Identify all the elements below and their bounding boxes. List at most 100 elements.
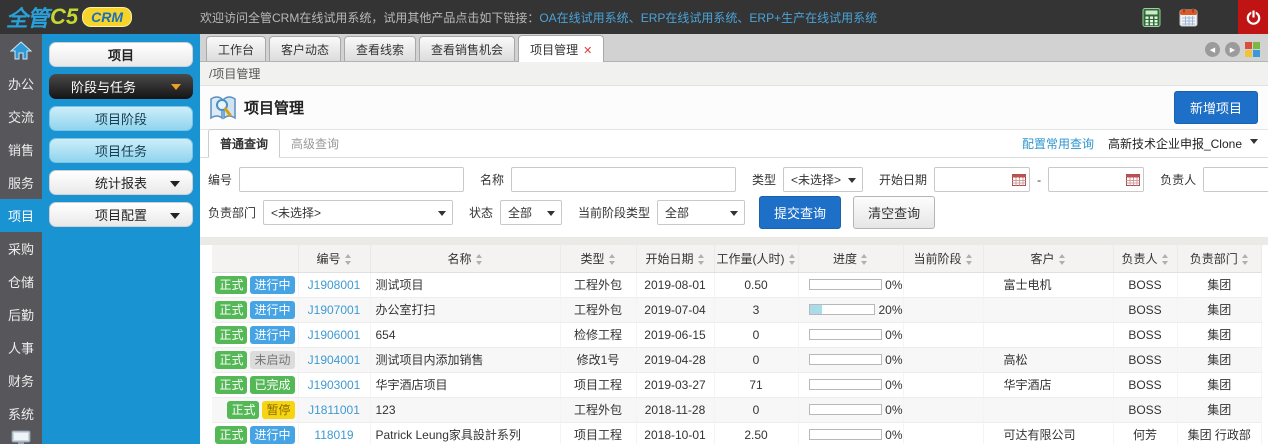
table-row[interactable]: 正式 未启动 J1904001 测试项目内添加销售 修改1号 2019-04-28… <box>212 347 1262 373</box>
panel-section-statistics[interactable]: 统计报表 <box>49 170 193 195</box>
project-code-link[interactable]: J1906001 <box>298 322 371 348</box>
table-row[interactable]: 正式 已完成 J1903001 华宇酒店项目 项目工程 2019-03-27 71… <box>212 372 1262 398</box>
workload: 71 <box>714 372 799 398</box>
project-code-link[interactable]: J1904001 <box>298 347 371 373</box>
progress-text: 0% <box>885 327 903 342</box>
table-row[interactable]: 正式 进行中 J1908001 测试项目 工程外包 2019-08-01 0.50… <box>212 272 1262 298</box>
table-row[interactable]: 正式 进行中 J1907001 办公室打扫 工程外包 2019-07-04 3 2… <box>212 297 1262 323</box>
submit-query-button[interactable]: 提交查询 <box>759 196 842 229</box>
link-oa-trial[interactable]: OA在线试用系统 <box>539 11 628 25</box>
project-code-link[interactable]: J1811001 <box>298 397 371 423</box>
saved-query-select[interactable]: 高新技术企业申报_Clone <box>1108 135 1258 152</box>
clear-query-button[interactable]: 清空查询 <box>853 196 936 229</box>
workload: 0 <box>714 397 799 423</box>
table-row[interactable]: 正式 进行中 118019 Patrick Leung家具設計系列 项目工程 20… <box>212 422 1262 444</box>
header-type[interactable]: 类型 <box>560 245 637 273</box>
table-row[interactable]: 正式 进行中 J1906001 654 检修工程 2019-06-15 0 0% … <box>212 322 1262 348</box>
logout-power-button[interactable] <box>1238 0 1268 34</box>
panel-item-project-tasks[interactable]: 项目任务 <box>49 138 193 163</box>
start-date: 2019-03-27 <box>636 372 715 398</box>
project-code-link[interactable]: J1907001 <box>298 297 371 323</box>
header-owner[interactable]: 负责人 <box>1113 245 1178 273</box>
new-project-button[interactable]: 新增项目 <box>1173 91 1258 124</box>
tab-grid-icon[interactable] <box>1245 42 1260 57</box>
owner-input[interactable] <box>1203 167 1268 192</box>
progress-bar <box>808 404 883 415</box>
customer <box>983 397 1114 423</box>
sidebar-item-system[interactable]: 系统 <box>0 397 42 430</box>
header-workload[interactable]: 工作量(人时) <box>714 245 799 273</box>
owner: 何芳 <box>1113 422 1178 444</box>
type-select[interactable]: <未选择> <box>783 167 864 192</box>
sidebar-item-communication[interactable]: 交流 <box>0 100 42 133</box>
tab-workbench[interactable]: 工作台 <box>206 36 267 61</box>
tab-scroll-right-button[interactable]: ▶ <box>1225 42 1240 57</box>
sidebar-item-office[interactable]: 办公 <box>0 67 42 100</box>
status-select[interactable]: 全部 <box>500 200 563 225</box>
panel-item-project-stages[interactable]: 项目阶段 <box>49 106 193 131</box>
status-badge: 已完成 <box>250 375 295 394</box>
dept: 集团 <box>1177 372 1262 398</box>
project-type: 工程外包 <box>560 272 637 298</box>
sidebar-item-finance[interactable]: 财务 <box>0 364 42 397</box>
tab-scroll-left-button[interactable]: ◀ <box>1205 42 1220 57</box>
header-dept[interactable]: 负责部门 <box>1177 245 1262 273</box>
dept-select[interactable]: <未选择> <box>263 200 454 225</box>
current-stage <box>903 422 984 444</box>
current-stage <box>903 297 984 323</box>
main-content: 工作台 客户动态 查看线索 查看销售机会 项目管理 ✕ ◀ ▶ /项目管理 项目管… <box>200 34 1268 444</box>
project-name: 测试项目 <box>370 272 561 298</box>
calculator-icon[interactable] <box>1142 7 1161 27</box>
stage-type-select[interactable]: 全部 <box>657 200 746 225</box>
header-start-date[interactable]: 开始日期 <box>636 245 715 273</box>
tab-project-management[interactable]: 项目管理 ✕ <box>518 35 605 62</box>
tab-label: 项目管理 <box>530 43 579 57</box>
chevron-down-icon <box>438 211 447 216</box>
header-current-stage[interactable]: 当前阶段 <box>903 245 984 273</box>
configure-saved-queries-link[interactable]: 配置常用查询 <box>1022 135 1094 152</box>
project-code-link[interactable]: J1908001 <box>298 272 371 298</box>
home-icon[interactable] <box>9 34 33 67</box>
sidebar-item-project[interactable]: 项目 <box>0 199 42 232</box>
tab-customer-activity[interactable]: 客户动态 <box>269 36 342 61</box>
owner: BOSS <box>1113 397 1178 423</box>
date-picker-icon[interactable] <box>1126 173 1141 186</box>
link-erp-prod-trial[interactable]: ERP+生产在线试用系统 <box>749 11 877 25</box>
sort-icon <box>697 254 705 266</box>
panel-section-project-config[interactable]: 项目配置 <box>49 202 193 227</box>
project-code-link[interactable]: 118019 <box>298 422 371 444</box>
header-customer[interactable]: 客户 <box>983 245 1114 273</box>
project-type: 检修工程 <box>560 322 637 348</box>
status-badge: 正式 <box>215 300 248 319</box>
name-input[interactable] <box>511 167 737 192</box>
header-code[interactable]: 编号 <box>298 245 371 273</box>
status-badge: 正式 <box>215 325 248 344</box>
header-name[interactable]: 名称 <box>370 245 561 273</box>
customer: 华宇酒店 <box>983 372 1114 398</box>
code-input[interactable] <box>239 167 465 192</box>
sidebar-item-logistics[interactable]: 后勤 <box>0 298 42 331</box>
workstation-icon[interactable] <box>9 430 33 444</box>
sidebar-item-sales[interactable]: 销售 <box>0 133 42 166</box>
page-title: 项目管理 <box>244 100 305 117</box>
query-tab-basic[interactable]: 普通查询 <box>208 129 281 158</box>
tab-view-sales-opportunities[interactable]: 查看销售机会 <box>419 36 516 61</box>
name-label: 名称 <box>480 173 505 187</box>
table-row[interactable]: 正式 暂停 J1811001 123 工程外包 2018-11-28 0 0% B… <box>212 397 1262 423</box>
project-code-link[interactable]: J1903001 <box>298 372 371 398</box>
panel-header-project[interactable]: 项目 <box>49 42 193 67</box>
sidebar-item-warehouse[interactable]: 仓储 <box>0 265 42 298</box>
date-picker-icon[interactable] <box>1012 173 1027 186</box>
sidebar-item-service[interactable]: 服务 <box>0 166 42 199</box>
sidebar-item-hr[interactable]: 人事 <box>0 331 42 364</box>
link-erp-trial[interactable]: ERP在线试用系统 <box>641 11 738 25</box>
header-progress[interactable]: 进度 <box>798 245 904 273</box>
close-icon[interactable]: ✕ <box>583 45 592 57</box>
panel-section-stages-tasks[interactable]: 阶段与任务 <box>49 74 193 99</box>
calendar-icon[interactable] <box>1179 8 1198 27</box>
progress-cell: 0% <box>799 353 902 367</box>
table-header-row: 编号 名称 类型 开始日期 工作量(人时) 进度 当前阶段 客户 负责人 负责部… <box>212 245 1262 273</box>
sidebar-item-purchasing[interactable]: 采购 <box>0 232 42 265</box>
tab-view-leads[interactable]: 查看线索 <box>344 36 417 61</box>
query-tab-advanced[interactable]: 高级查询 <box>280 130 350 157</box>
